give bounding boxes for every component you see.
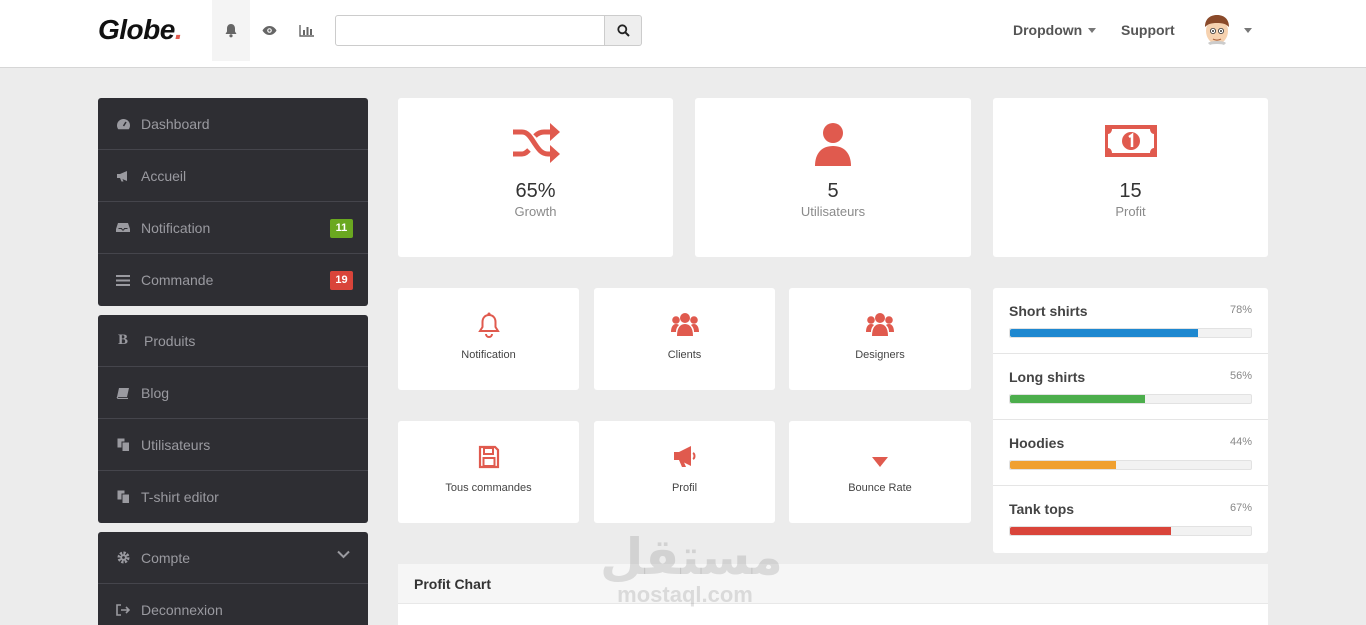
notification-count-badge: 11: [330, 219, 353, 238]
progress-row-short-shirts: Short shirts 78%: [993, 288, 1268, 354]
sidebar-item-blog[interactable]: Blog: [98, 367, 368, 419]
stat-card-profit[interactable]: 15 Profit: [993, 98, 1268, 257]
tile-label: Tous commandes: [445, 482, 532, 494]
dropdown-label: Dropdown: [1013, 22, 1083, 38]
inbox-icon: [115, 221, 131, 235]
progress-bar: [1009, 526, 1252, 536]
tile-label: Notification: [461, 349, 516, 361]
copy-icon: [115, 490, 131, 504]
top-navbar: Globe. Dropdown Support: [0, 0, 1366, 68]
progress-fill: [1010, 395, 1145, 403]
sidebar-item-utilisateurs[interactable]: Utilisateurs: [98, 419, 368, 471]
support-link[interactable]: Support: [1121, 0, 1175, 60]
sidebar-item-produits[interactable]: B Produits: [98, 315, 368, 367]
sidebar-main: Dashboard Accueil Notification 11 Comman…: [98, 98, 368, 306]
sidebar-content: B Produits Blog Utilisateurs T-shirt edi…: [98, 315, 368, 523]
tile-tous-commandes[interactable]: Tous commandes: [398, 421, 579, 523]
caret-down-icon: [789, 457, 971, 467]
tile-label: Designers: [855, 349, 905, 361]
sidebar-item-commande[interactable]: Commande 19: [98, 254, 368, 306]
list-icon: [115, 273, 131, 287]
sidebar-item-compte[interactable]: Compte: [98, 532, 368, 584]
book-icon: [115, 386, 131, 400]
bullhorn-icon: [594, 445, 775, 469]
save-icon: [398, 445, 579, 469]
user-menu[interactable]: [1200, 0, 1252, 60]
stat-label: Profit: [1115, 204, 1146, 219]
stat-value: 5: [827, 180, 839, 202]
caret-down-icon: [1088, 27, 1097, 33]
stat-label: Utilisateurs: [800, 204, 866, 219]
search-icon: [616, 24, 630, 37]
eye-icon[interactable]: [250, 0, 288, 61]
bullhorn-icon: [115, 169, 131, 183]
tile-designers[interactable]: Designers: [789, 288, 971, 390]
progress-bar: [1009, 328, 1252, 338]
stat-label: Growth: [514, 204, 557, 219]
commande-count-badge: 19: [330, 271, 353, 290]
stat-card-growth[interactable]: 65% Growth: [398, 98, 673, 257]
sidebar-account: Compte Deconnexion: [98, 532, 368, 625]
sidebar-item-dashboard[interactable]: Dashboard: [98, 98, 368, 150]
sidebar-item-tshirt-editor[interactable]: T-shirt editor: [98, 471, 368, 523]
tile-label: Bounce Rate: [848, 482, 912, 494]
avatar[interactable]: [1200, 13, 1234, 47]
bell-icon: [398, 312, 579, 338]
copy-icon: [115, 438, 131, 452]
stat-value: 15: [1119, 180, 1142, 202]
progress-fill: [1010, 461, 1117, 469]
tile-bounce-rate[interactable]: Bounce Rate: [789, 421, 971, 523]
progress-fill: [1010, 527, 1172, 535]
dashboard-icon: [115, 117, 131, 131]
search-input[interactable]: [335, 15, 605, 46]
search-button[interactable]: [605, 15, 642, 46]
gear-icon: [115, 551, 131, 565]
sales-progress-panel: Short shirts 78% Long shirts 56% Hoodies…: [993, 288, 1268, 553]
progress-row-hoodies: Hoodies 44%: [993, 420, 1268, 486]
bar-chart-icon[interactable]: [288, 0, 326, 61]
stat-value: 65%: [515, 180, 556, 202]
sign-out-icon: [115, 603, 131, 617]
tile-profil[interactable]: Profil: [594, 421, 775, 523]
profit-chart-title: Profit Chart: [398, 564, 1268, 604]
tile-notification[interactable]: Notification: [398, 288, 579, 390]
tile-clients[interactable]: Clients: [594, 288, 775, 390]
nav-icon-group: [212, 0, 326, 61]
chevron-down-icon[interactable]: [337, 550, 350, 559]
tile-label: Clients: [667, 349, 702, 361]
tile-label: Profil: [671, 482, 698, 494]
search-bar: [335, 15, 642, 46]
caret-down-icon: [1244, 27, 1252, 33]
user-icon: [695, 122, 971, 166]
money-icon: [993, 122, 1268, 160]
progress-bar: [1009, 460, 1252, 470]
group-icon: [789, 312, 971, 336]
watermark: مستقل mostaql.com: [600, 528, 783, 607]
stat-card-utilisateurs[interactable]: 5 Utilisateurs: [695, 98, 971, 257]
bold-icon: B: [117, 332, 128, 348]
shuffle-icon: [398, 122, 673, 164]
brand-logo[interactable]: Globe.: [98, 14, 183, 46]
progress-row-tank-tops: Tank tops 67%: [993, 486, 1268, 552]
progress-row-long-shirts: Long shirts 56%: [993, 354, 1268, 420]
sidebar-item-accueil[interactable]: Accueil: [98, 150, 368, 202]
sidebar-item-deconnexion[interactable]: Deconnexion: [98, 584, 368, 625]
profit-chart-card: Profit Chart: [398, 564, 1268, 625]
dropdown-menu[interactable]: Dropdown: [1013, 0, 1097, 60]
progress-bar: [1009, 394, 1252, 404]
progress-fill: [1010, 329, 1198, 337]
sidebar-item-notification[interactable]: Notification 11: [98, 202, 368, 254]
bell-icon[interactable]: [212, 0, 250, 61]
group-icon: [594, 312, 775, 336]
